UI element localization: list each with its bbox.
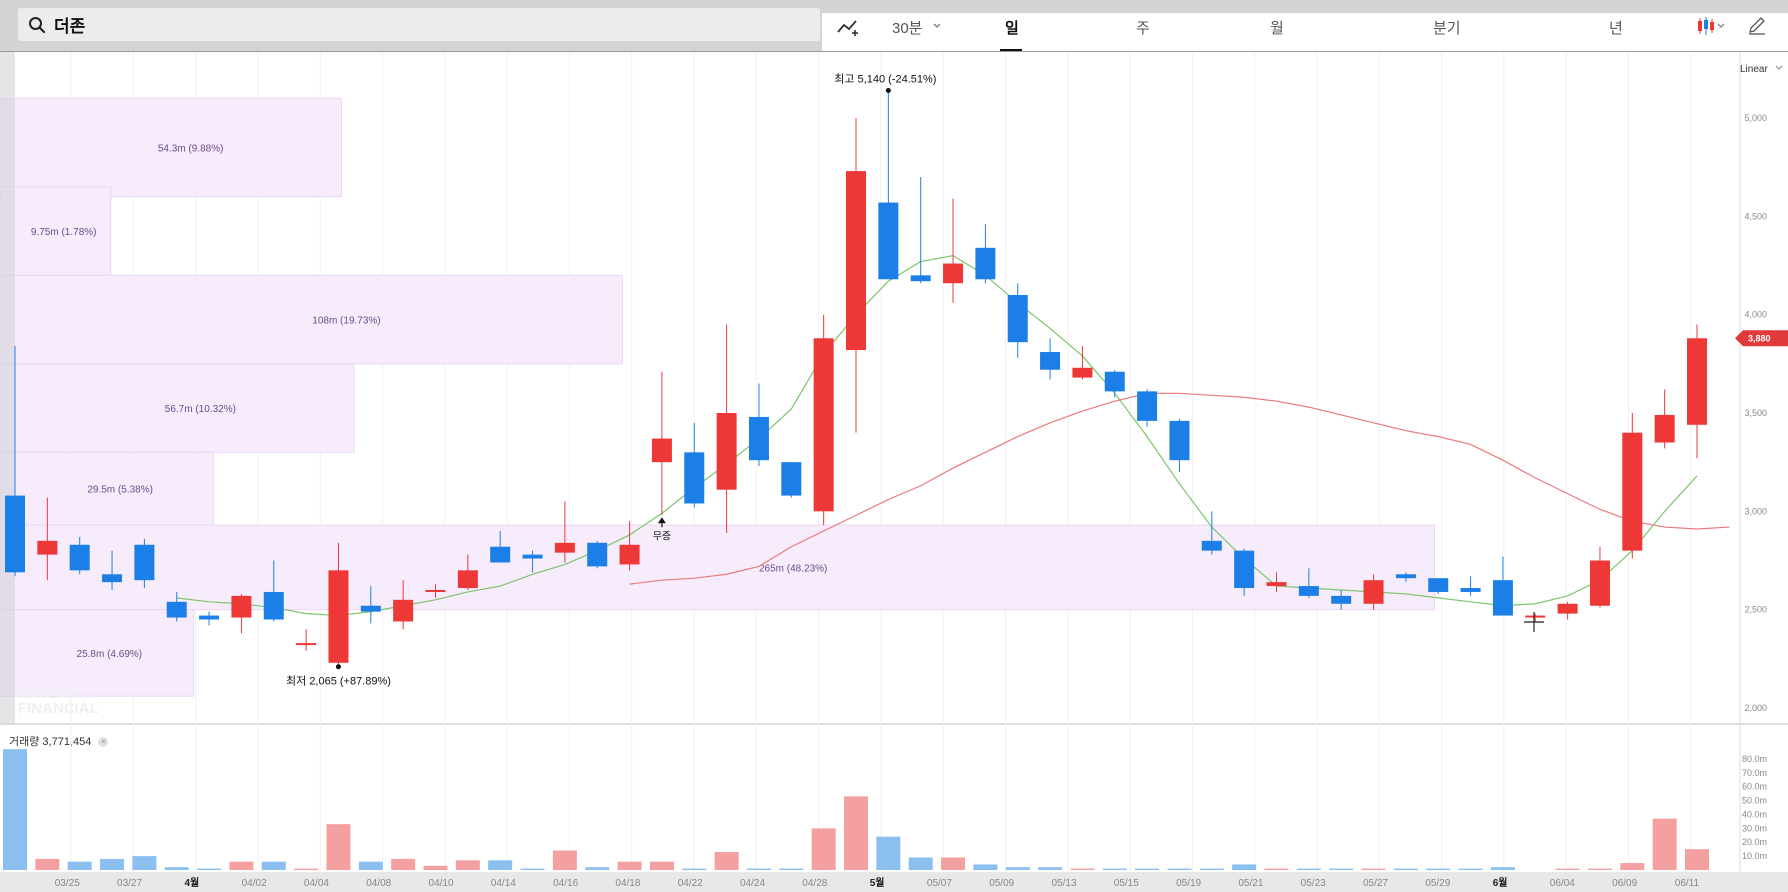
chart-toolbar: 30분 일 주 월 분기 년	[822, 13, 1788, 51]
tab-quarter[interactable]: 분기	[1433, 17, 1461, 38]
remove-profile-icon[interactable]: ×	[230, 61, 241, 72]
ma5-label: 5	[55, 60, 62, 72]
interval-selector[interactable]: 30분	[892, 17, 923, 38]
pencil-icon[interactable]	[1746, 16, 1768, 36]
ma120-label: 120	[104, 60, 123, 72]
chart-panel[interactable]	[0, 52, 1788, 892]
stock-chart-window: 더존 30분 일 주 월 분기 년 이동평균 5 20 60 120 × 매물분…	[0, 0, 1788, 892]
ma20-label: 20	[67, 60, 80, 72]
indicator-add-icon[interactable]	[836, 17, 862, 37]
indicator-legend: 이동평균 5 20 60 120 × 매물분석도 7 ×	[9, 57, 244, 73]
search-icon[interactable]	[28, 16, 46, 34]
volume-legend-label[interactable]: 거래량 3,771,454	[9, 736, 91, 748]
ma-legend-label[interactable]: 이동평균	[9, 60, 49, 72]
ma60-label: 60	[86, 60, 99, 72]
volume-profile-legend-label[interactable]: 매물분석도 7	[161, 60, 221, 72]
tab-year[interactable]: 년	[1609, 17, 1623, 38]
toolbar-divider	[0, 51, 1788, 52]
volume-legend: 거래량 3,771,454 ×	[9, 733, 109, 749]
tab-day[interactable]: 일	[1005, 17, 1019, 38]
remove-ma-icon[interactable]: ×	[132, 61, 143, 72]
tab-week[interactable]: 주	[1136, 17, 1150, 38]
chevron-down-icon[interactable]	[932, 22, 942, 30]
tab-month[interactable]: 월	[1270, 17, 1284, 38]
search-box[interactable]: 더존	[18, 8, 820, 41]
search-query[interactable]: 더존	[54, 12, 85, 37]
remove-volume-icon[interactable]: ×	[98, 737, 109, 748]
candle-type-icon[interactable]	[1696, 15, 1726, 37]
